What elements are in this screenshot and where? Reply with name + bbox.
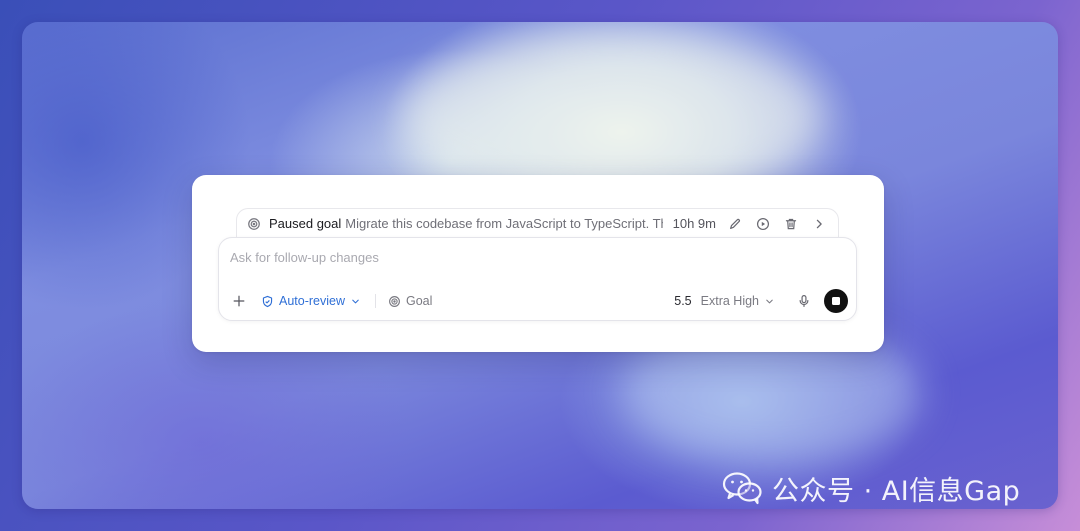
follow-up-input[interactable] bbox=[230, 250, 830, 265]
paused-goal-bar[interactable]: Paused goal Migrate this codebase from J… bbox=[236, 208, 839, 238]
model-version[interactable]: 5.5 bbox=[674, 294, 691, 308]
goal-elapsed-time: 10h 9m bbox=[672, 216, 716, 231]
target-icon bbox=[248, 217, 260, 230]
composer-card: Paused goal Migrate this codebase from J… bbox=[192, 175, 884, 352]
composer-toolbar: Auto-review Goal 5.5 Extra High bbox=[229, 289, 848, 313]
target-icon bbox=[389, 295, 400, 307]
goal-description: Migrate this codebase from JavaScript to… bbox=[345, 216, 663, 231]
auto-review-dropdown[interactable]: Auto-review bbox=[261, 294, 361, 308]
goal-button-label: Goal bbox=[406, 294, 433, 308]
reasoning-effort-dropdown[interactable]: Extra High bbox=[701, 294, 775, 308]
chevron-down-icon bbox=[766, 299, 773, 303]
play-circle-icon[interactable] bbox=[756, 217, 770, 231]
trash-icon[interactable] bbox=[784, 217, 798, 231]
reasoning-effort-label: Extra High bbox=[700, 294, 759, 308]
plus-icon[interactable] bbox=[232, 294, 246, 308]
shield-icon bbox=[262, 295, 273, 307]
goal-status-label: Paused goal bbox=[269, 216, 342, 231]
watermark-text: 公众号 · AI信息Gap bbox=[772, 475, 1021, 507]
stop-icon bbox=[832, 297, 840, 305]
wechat-icon bbox=[722, 472, 762, 505]
composer: Auto-review Goal 5.5 Extra High bbox=[218, 237, 857, 321]
watermark: 公众号 · AI信息Gap bbox=[722, 470, 1021, 507]
chevron-down-icon bbox=[352, 299, 359, 303]
toolbar-divider bbox=[375, 294, 376, 308]
pencil-icon[interactable] bbox=[728, 217, 742, 231]
auto-review-label: Auto-review bbox=[279, 294, 345, 308]
stop-button[interactable] bbox=[824, 289, 848, 313]
goal-button[interactable]: Goal bbox=[388, 294, 432, 308]
microphone-icon[interactable] bbox=[797, 294, 811, 308]
chevron-right-icon[interactable] bbox=[812, 217, 826, 231]
goal-actions bbox=[728, 217, 826, 231]
